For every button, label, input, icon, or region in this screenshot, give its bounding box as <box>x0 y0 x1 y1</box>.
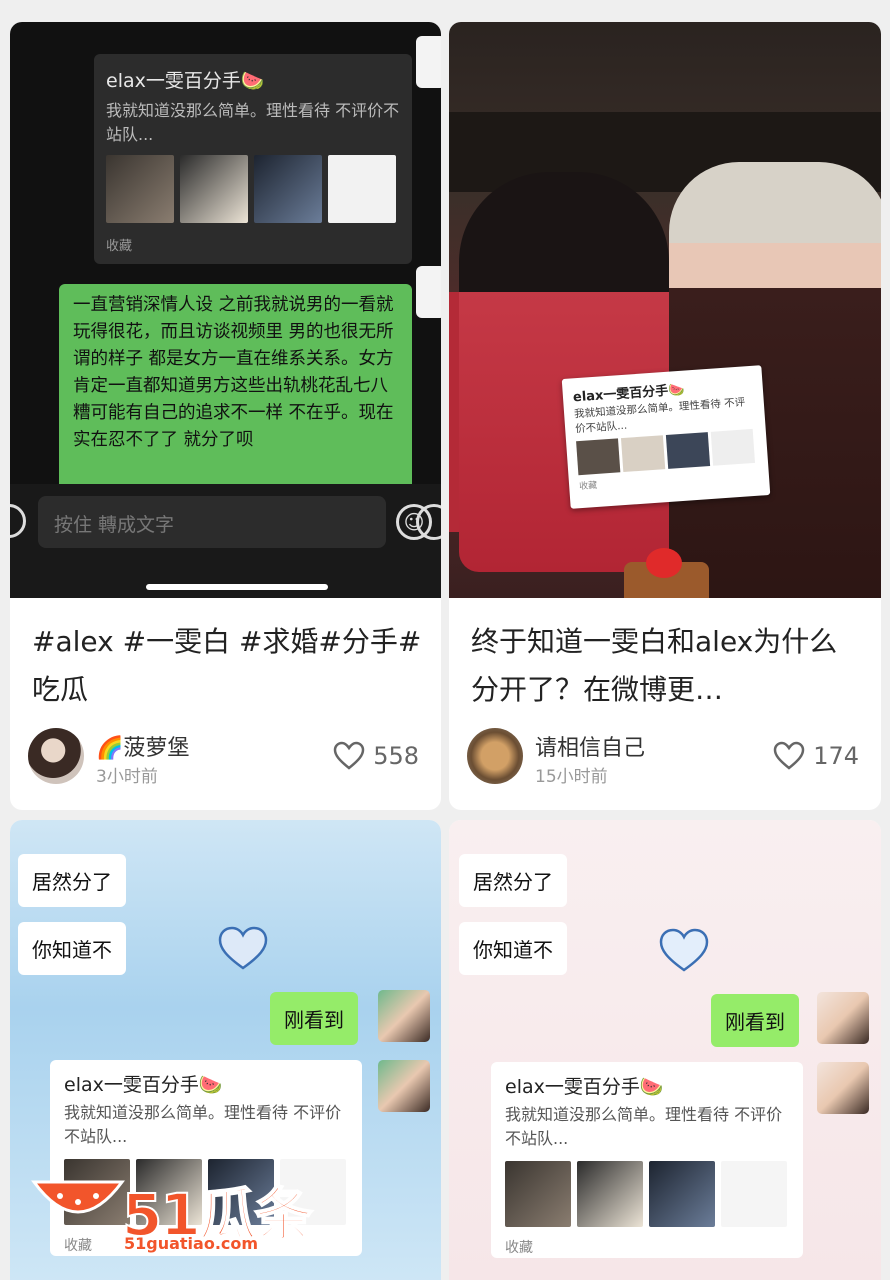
reply-bubble: 刚看到 <box>270 992 358 1045</box>
voice-icon <box>10 504 26 538</box>
forward-text: 我就知道没那么简单。理性看待 不评价不站队... <box>64 1103 342 1146</box>
forward-collect-label: 收藏 <box>505 1240 533 1256</box>
forward-title: elax一雯百分手🍉 <box>64 1074 223 1096</box>
avatar <box>817 1062 869 1114</box>
post-time: 15小时前 <box>535 767 608 787</box>
forward-collect-label: 收藏 <box>106 239 133 254</box>
author-name[interactable]: 🌈菠萝堡 <box>96 730 189 762</box>
thumb-image <box>180 155 248 223</box>
heart-sticker-icon <box>218 926 268 970</box>
avatar <box>416 36 441 88</box>
home-indicator <box>146 584 328 590</box>
like-count: 174 <box>813 742 859 770</box>
chat-input-bar: 按住 轉成文字 ☺ <box>10 484 441 598</box>
post-thumbnail[interactable]: elax一雯百分手🍉 我就知道没那么简单。理性看待 不评价不站队... 收藏 <box>449 22 881 598</box>
thumb-image <box>620 435 666 473</box>
forward-text: 我就知道没那么简单。理性看待 不评价不站队... <box>505 1105 783 1148</box>
post-card-2[interactable]: elax一雯百分手🍉 我就知道没那么简单。理性看待 不评价不站队... 收藏 终… <box>449 22 881 810</box>
avatar[interactable] <box>28 728 84 784</box>
forward-thumbnails <box>505 1161 789 1227</box>
thumb-image <box>576 438 621 476</box>
post-thumbnail[interactable]: 居然分了 你知道不 刚看到 elax一雯百分手🍉 我就知道没那么简单。理性看待 … <box>449 820 881 1280</box>
forward-title: elax一雯百分手🍉 <box>505 1076 664 1098</box>
thumb-image <box>254 155 322 223</box>
avatar <box>378 1060 430 1112</box>
cake-topping <box>646 548 682 578</box>
post-card-4[interactable]: 居然分了 你知道不 刚看到 elax一雯百分手🍉 我就知道没那么简单。理性看待 … <box>449 820 881 1280</box>
held-paper-screenshot: elax一雯百分手🍉 我就知道没那么简单。理性看待 不评价不站队... 收藏 <box>561 365 771 509</box>
forwarded-chat-card: elax一雯百分手🍉 我就知道没那么简单。理性看待 不评价不站队... 收藏 <box>491 1062 803 1258</box>
post-card-1[interactable]: elax一雯百分手🍉 我就知道没那么简单。理性看待 不评价不站队... 收藏 一… <box>10 22 441 810</box>
thumb-image <box>328 155 396 223</box>
woman-figure <box>459 172 669 572</box>
forwarded-chat-card: elax一雯百分手🍉 我就知道没那么简单。理性看待 不评价不站队... 收藏 <box>94 54 412 264</box>
post-time: 3小时前 <box>96 767 158 787</box>
watermark-url: 51guatiao.com <box>124 1234 259 1253</box>
forward-title: elax一雯百分手🍉 <box>106 70 265 92</box>
watermelon-logo-icon <box>31 1180 125 1214</box>
message-bubble: 居然分了 <box>459 854 567 907</box>
thumb-image <box>577 1161 643 1227</box>
thumb-image <box>505 1161 571 1227</box>
avatar <box>378 990 430 1042</box>
voice-input-field: 按住 轉成文字 <box>38 496 386 548</box>
thumb-image <box>721 1161 787 1227</box>
message-bubble: 你知道不 <box>18 922 126 975</box>
message-bubble: 一直营销深情人设 之前我就说男的一看就玩得很花，而且访谈视频里 男的也很无所谓的… <box>59 284 412 492</box>
like-button[interactable]: 174 <box>773 740 859 772</box>
thumb-image <box>665 432 711 469</box>
avatar <box>416 266 441 318</box>
heart-icon <box>773 741 805 770</box>
message-bubble: 居然分了 <box>18 854 126 907</box>
post-meta: 请相信自己 15小时前 174 <box>467 728 859 788</box>
thumb-image <box>106 155 174 223</box>
heart-sticker-icon <box>659 928 709 972</box>
post-title[interactable]: 终于知道一雯白和alex为什么分开了？在微博更… <box>471 618 861 714</box>
thumb-image <box>649 1161 715 1227</box>
post-title[interactable]: #alex #一雯白 #求婚#分手#吃瓜 <box>32 618 422 714</box>
avatar[interactable] <box>467 728 523 784</box>
like-button[interactable]: 558 <box>333 740 419 772</box>
author-name[interactable]: 请相信自己 <box>535 730 645 762</box>
avatar <box>817 992 869 1044</box>
reply-bubble: 刚看到 <box>711 994 799 1047</box>
watermark: 51瓜条 51guatiao.com <box>30 1168 320 1268</box>
message-bubble: 你知道不 <box>459 922 567 975</box>
post-thumbnail[interactable]: elax一雯百分手🍉 我就知道没那么简单。理性看待 不评价不站队... 收藏 一… <box>10 22 441 598</box>
forward-text: 我就知道没那么简单。理性看待 不评价不站队... <box>106 101 400 144</box>
heart-icon <box>333 741 365 770</box>
thumb-image <box>710 428 756 466</box>
like-count: 558 <box>373 742 419 770</box>
forward-thumbnails <box>106 155 400 223</box>
post-meta: 🌈菠萝堡 3小时前 558 <box>28 728 419 788</box>
